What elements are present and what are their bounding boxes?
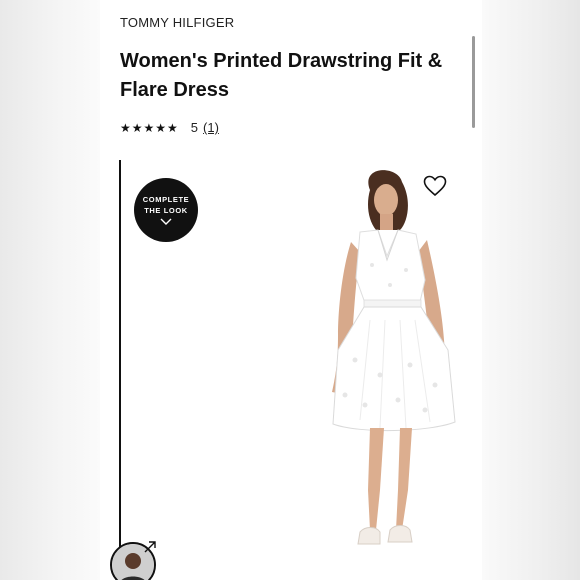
background-left: [0, 0, 100, 580]
gallery-divider: [119, 160, 121, 580]
scrollbar[interactable]: [472, 36, 475, 128]
heart-icon[interactable]: [423, 175, 447, 197]
complete-the-look-button[interactable]: COMPLETE THE LOOK: [134, 178, 198, 242]
background-right: [482, 0, 580, 580]
rating-stars: ★★★★★: [120, 120, 179, 135]
chevron-down-icon: [160, 218, 172, 225]
brand-name[interactable]: TOMMY HILFIGER: [120, 15, 234, 30]
product-panel: TOMMY HILFIGER Women's Printed Drawstrin…: [100, 0, 482, 580]
product-image[interactable]: [220, 160, 482, 580]
product-title: Women's Printed Drawstring Fit & Flare D…: [120, 50, 443, 101]
share-arrow-icon[interactable]: [143, 540, 157, 554]
complete-the-look-line2: THE LOOK: [144, 206, 188, 215]
rating-value: 5: [190, 120, 199, 135]
complete-the-look-line1: COMPLETE: [142, 195, 190, 204]
review-count-link[interactable]: (1): [203, 120, 219, 135]
rating-row[interactable]: ★★★★★ 5 (1): [120, 120, 219, 135]
